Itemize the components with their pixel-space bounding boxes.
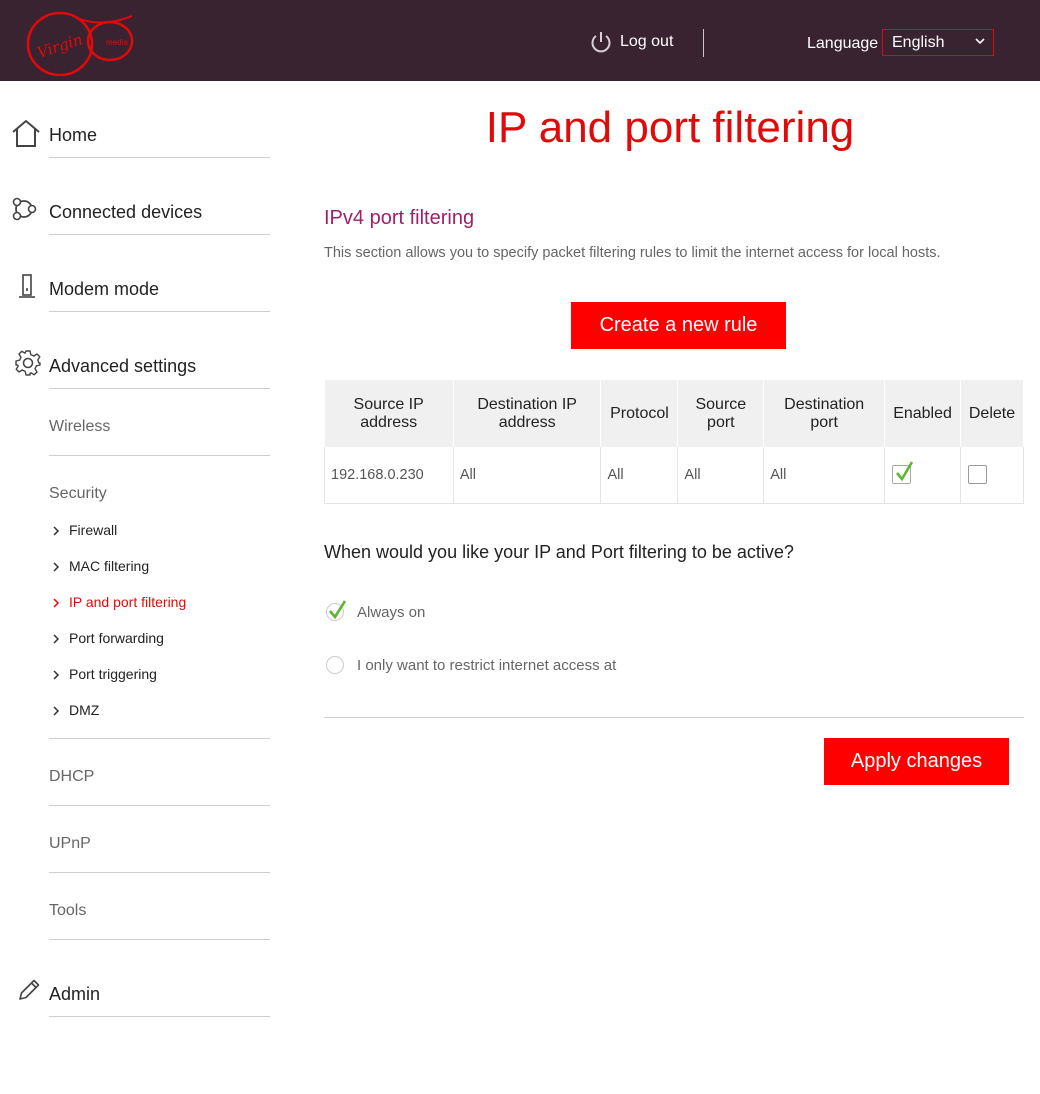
enabled-checkbox[interactable] (892, 461, 914, 485)
table-header-row: Source IP address Destination IP address… (324, 380, 1024, 447)
svg-text:Virgin: Virgin (35, 30, 85, 62)
sidebar-home-label: Home (49, 125, 98, 145)
cell-destination-ip: All (453, 447, 602, 504)
restrict-access-radio[interactable] (326, 656, 344, 674)
sidebar-subitem-label: Port triggering (69, 666, 157, 682)
cell-source-ip: 192.168.0.230 (324, 447, 454, 504)
sidebar-item-connected-devices[interactable]: Connected devices (0, 158, 290, 235)
sidebar-subitem-dmz[interactable]: DMZ (52, 702, 99, 718)
column-header-delete: Delete (960, 380, 1024, 447)
column-header-source-ip: Source IP address (324, 380, 454, 447)
connected-devices-icon (12, 197, 37, 221)
divider (49, 872, 270, 873)
checkmark-icon (896, 461, 914, 482)
chevron-right-icon (53, 706, 60, 716)
chevron-right-icon (53, 526, 60, 536)
sidebar-item-tools[interactable]: Tools (49, 902, 86, 920)
sidebar-admin-label: Admin (49, 984, 101, 1004)
checkmark-icon (329, 600, 347, 620)
sidebar-item-admin[interactable]: Admin (0, 940, 290, 1017)
language-label: Language (807, 35, 879, 52)
cell-delete (960, 447, 1024, 504)
sidebar-item-modem-mode[interactable]: Modem mode (0, 235, 290, 312)
chevron-right-icon (53, 598, 60, 608)
sidebar-subitem-label: IP and port filtering (69, 594, 187, 610)
gear-icon (15, 350, 41, 376)
sidebar-item-upnp[interactable]: UPnP (49, 835, 91, 853)
option-always-on[interactable]: Always on (326, 600, 426, 621)
column-header-enabled: Enabled (884, 380, 962, 447)
sidebar-item-advanced-settings[interactable]: Advanced settings (0, 312, 290, 389)
top-header: Virgin media Log out Language English (0, 0, 1040, 81)
language-select[interactable]: English (882, 29, 994, 56)
sidebar-subitem-firewall[interactable]: Firewall (52, 522, 117, 538)
divider (49, 805, 270, 806)
create-rule-button[interactable]: Create a new rule (571, 302, 786, 349)
cell-destination-port: All (763, 447, 886, 504)
chevron-down-icon (975, 38, 985, 45)
home-icon (12, 119, 40, 147)
section-description: This section allows you to specify packe… (324, 245, 941, 261)
delete-checkbox[interactable] (968, 465, 988, 485)
sidebar-modem-mode-label: Modem mode (49, 279, 160, 299)
language-selected: English (892, 34, 945, 51)
sidebar-subitem-mac-filtering[interactable]: MAC filtering (52, 558, 149, 574)
chevron-right-icon (53, 562, 60, 572)
logout-button[interactable]: Log out (590, 30, 673, 54)
modem-icon (19, 274, 35, 298)
sidebar-subitem-port-forwarding[interactable]: Port forwarding (52, 630, 164, 646)
cell-enabled (884, 447, 962, 504)
sidebar-subitem-label: Port forwarding (69, 630, 164, 646)
svg-text:media: media (106, 38, 128, 47)
cell-protocol: All (600, 447, 679, 504)
sidebar-item-home[interactable]: Home (0, 81, 290, 158)
option-label: Always on (357, 603, 426, 621)
sidebar-subitem-ip-port-filtering[interactable]: IP and port filtering (52, 594, 186, 610)
logout-label: Log out (620, 33, 674, 50)
divider (49, 1016, 270, 1017)
column-header-protocol: Protocol (600, 380, 679, 447)
always-on-radio[interactable] (326, 600, 347, 621)
sidebar-subitem-port-triggering[interactable]: Port triggering (52, 666, 157, 682)
schedule-question: When would you like your IP and Port fil… (324, 542, 794, 562)
divider (49, 455, 270, 456)
divider (49, 738, 270, 739)
column-header-source-port: Source port (677, 380, 765, 447)
sidebar-connected-devices-label: Connected devices (49, 202, 203, 222)
pencil-icon (19, 979, 40, 1000)
chevron-right-icon (53, 670, 60, 680)
filter-rules-table: Source IP address Destination IP address… (324, 380, 1024, 504)
sidebar-advanced-settings-label: Advanced settings (49, 356, 197, 376)
power-icon (591, 32, 611, 53)
column-header-destination-port: Destination port (763, 380, 886, 447)
sidebar-item-dhcp[interactable]: DHCP (49, 768, 94, 786)
sidebar-item-wireless[interactable]: Wireless (49, 418, 110, 436)
sidebar-subitem-label: MAC filtering (69, 558, 150, 574)
sidebar-subitem-label: Firewall (69, 522, 118, 538)
table-row: 192.168.0.230 All All All All (324, 447, 1024, 504)
chevron-right-icon (53, 634, 60, 644)
section-title: IPv4 port filtering (324, 207, 475, 229)
option-label: I only want to restrict internet access … (357, 656, 617, 674)
column-header-destination-ip: Destination IP address (453, 380, 602, 447)
divider (324, 717, 1024, 718)
page-title: IP and port filtering (485, 103, 855, 152)
virgin-media-logo[interactable]: Virgin media (22, 6, 138, 77)
option-restrict-access[interactable]: I only want to restrict internet access … (326, 656, 616, 674)
cell-source-port: All (677, 447, 765, 504)
sidebar-subitem-label: DMZ (69, 702, 100, 718)
apply-changes-button[interactable]: Apply changes (824, 738, 1009, 785)
header-divider (703, 29, 704, 57)
sidebar-item-security[interactable]: Security (49, 485, 107, 503)
divider (49, 388, 270, 389)
